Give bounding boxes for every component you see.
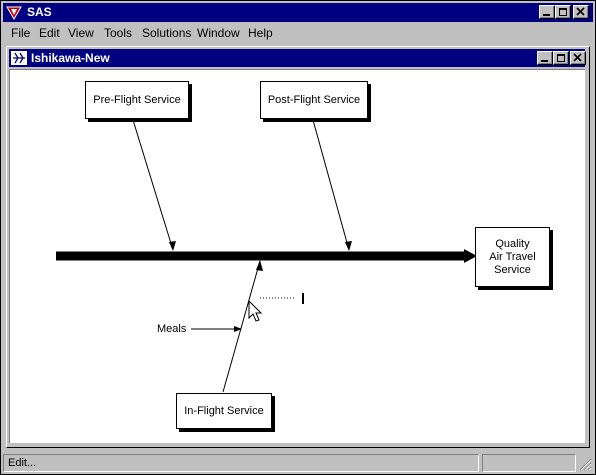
diagram-canvas[interactable]: Pre-Flight Service Post-Flight Service Q… bbox=[9, 69, 585, 443]
child-title-bar[interactable]: Ishikawa-New bbox=[9, 49, 586, 67]
cause-box-post-flight[interactable]: Post-Flight Service bbox=[260, 81, 368, 119]
maximize-icon bbox=[557, 54, 565, 62]
app-title-bar[interactable]: SAS bbox=[3, 3, 593, 22]
close-icon bbox=[573, 53, 582, 62]
minimize-icon bbox=[543, 14, 550, 16]
bone-pre-flight-arrow bbox=[169, 241, 176, 251]
status-bar: Edit... bbox=[3, 452, 593, 474]
effect-label-line2: Air Travel bbox=[489, 250, 536, 263]
child-maximize-button[interactable] bbox=[553, 51, 569, 65]
effect-label-line1: Quality bbox=[495, 237, 530, 250]
status-text: Edit... bbox=[8, 457, 37, 469]
cause-box-pre-flight[interactable]: Pre-Flight Service bbox=[85, 81, 189, 119]
bone-post-flight[interactable] bbox=[312, 119, 350, 251]
mouse-pointer-icon bbox=[248, 299, 263, 322]
close-icon bbox=[576, 7, 585, 16]
bone-in-flight-arrow bbox=[256, 260, 263, 271]
sas-application-window: SAS File Edit View Tools Solutions Windo… bbox=[0, 0, 596, 475]
child-minimize-button[interactable] bbox=[537, 51, 553, 65]
app-close-button[interactable] bbox=[573, 5, 589, 19]
sub-cause-label-meals[interactable]: Meals bbox=[157, 323, 186, 335]
cause-label: Post-Flight Service bbox=[267, 93, 361, 106]
cause-box-in-flight[interactable]: In-Flight Service bbox=[176, 393, 272, 429]
window-title: Ishikawa-New bbox=[31, 51, 110, 65]
bone-in-flight[interactable] bbox=[222, 260, 261, 393]
menu-window[interactable]: Window bbox=[197, 26, 240, 40]
bone-post-flight-arrow bbox=[345, 241, 352, 251]
app-minimize-button[interactable] bbox=[539, 5, 555, 19]
maximize-icon bbox=[559, 8, 567, 16]
resize-grip-icon[interactable] bbox=[579, 458, 592, 471]
sas-logo-icon bbox=[6, 6, 22, 20]
text-cursor-icon bbox=[302, 293, 304, 304]
child-close-button[interactable] bbox=[570, 51, 586, 65]
effect-label-line3: Service bbox=[494, 263, 531, 276]
effect-box[interactable]: Quality Air Travel Service bbox=[475, 227, 550, 287]
app-maximize-button[interactable] bbox=[555, 5, 571, 19]
menu-tools[interactable]: Tools bbox=[104, 26, 132, 40]
bone-pre-flight[interactable] bbox=[132, 119, 174, 251]
menu-view[interactable]: View bbox=[68, 26, 94, 40]
menu-solutions[interactable]: Solutions bbox=[142, 26, 191, 40]
status-pane-message: Edit... bbox=[3, 454, 479, 472]
ishikawa-window: Ishikawa-New Pre-Flight Service Post-Fli… bbox=[6, 46, 590, 448]
sub-bone-meals-arrow bbox=[234, 326, 242, 332]
ishikawa-diagram-icon bbox=[11, 51, 27, 65]
cause-label: In-Flight Service bbox=[184, 404, 264, 417]
menu-file[interactable]: File bbox=[11, 26, 30, 40]
status-pane-empty bbox=[482, 454, 576, 472]
cause-label: Pre-Flight Service bbox=[93, 93, 181, 106]
minimize-icon bbox=[541, 60, 548, 62]
menu-edit[interactable]: Edit bbox=[39, 26, 60, 40]
menu-bar: File Edit View Tools Solutions Window He… bbox=[3, 23, 593, 43]
app-title: SAS bbox=[27, 5, 52, 19]
menu-help[interactable]: Help bbox=[248, 26, 273, 40]
